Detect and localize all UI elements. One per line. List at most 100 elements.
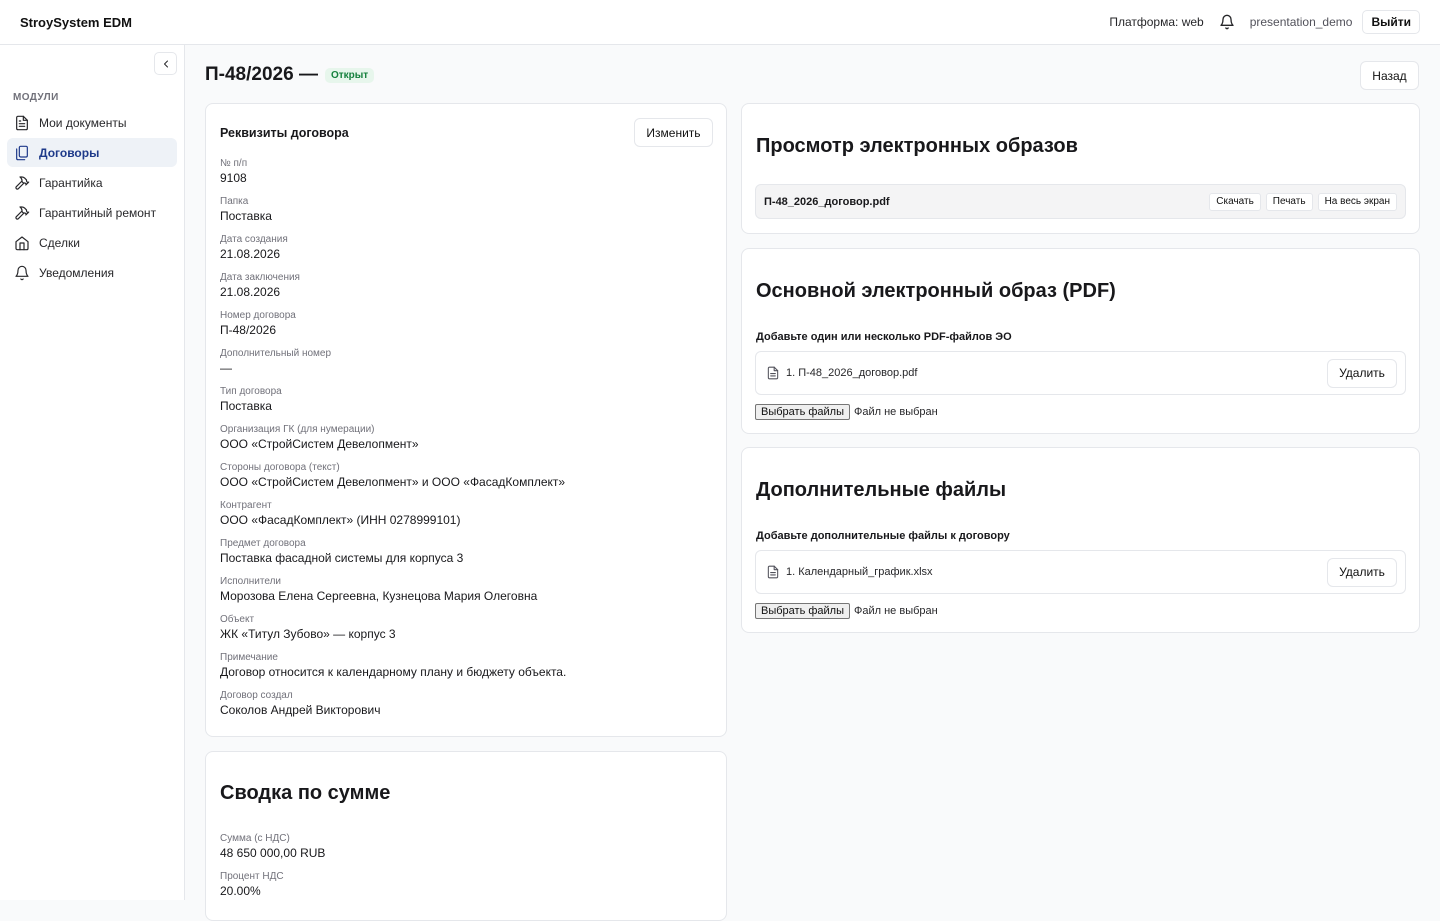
field-label: Процент НДС [220,871,284,882]
hammer-icon [14,205,30,221]
file-icon [767,565,779,579]
extra-file-name[interactable]: 1. Календарный_график.xlsx [786,566,933,578]
field-value: 9108 [220,171,247,185]
chevron-left-icon [163,60,168,67]
field: Дата заключения 21.08.2026 [220,271,715,300]
sidebar-item-label: Гарантийный ремонт [39,205,157,220]
extra-file-row: 1. Календарный_график.xlsx Удалить [755,550,1406,594]
field: Процент НДС 20.00% [220,870,715,899]
field-value: Поставка [220,399,272,413]
field-label: Тип договора [220,386,282,397]
logout-button[interactable]: Выйти [1362,10,1420,34]
document-icon [14,115,30,131]
field: Договор создал Соколов Андрей Викторович [220,689,715,718]
field-value: 21.08.2026 [220,247,281,261]
app-brand[interactable]: StroySystem EDM [20,15,132,30]
pdf-file-input[interactable]: Выбрать файлы Файл не выбран [755,404,938,420]
field: Папка Поставка [220,195,715,224]
image-viewer-card: Просмотр электронных образов П-48_2026_д… [741,103,1420,234]
username: presentation_demo [1249,15,1353,29]
page-title: П-48/2026 — Открыт [205,64,375,86]
main-pdf-title: Основной электронный образ (PDF) [756,280,1116,302]
field-label: Примечание [220,652,278,663]
field-label: Папка [220,196,249,207]
field: Дополнительный номер — [220,347,715,376]
field-value: Поставка [220,209,272,223]
amount-summary-card: Сводка по сумме Сумма (с НДС) 48 650 000,… [205,751,727,921]
extra-file-input[interactable]: Выбрать файлы Файл не выбран [755,603,938,619]
edit-button[interactable]: Изменить [634,118,713,147]
page-title-text: П-48/2026 — [205,64,318,85]
bell-icon [14,265,30,281]
header-actions: Платформа: web presentation_demo Выйти [1109,10,1420,34]
field: Сумма (с НДС) 48 650 000,00 RUB [220,832,715,861]
field-label: Договор создал [220,690,293,701]
sidebar-item-label: Уведомления [39,265,115,280]
sidebar-item-label: Гарантийка [39,175,103,190]
field-value: ЖК «Титул Зубово» — корпус 3 [220,627,396,641]
status-badge: Открыт [324,67,375,83]
choose-files-button[interactable]: Выбрать файлы [755,603,850,619]
field: Организация ГК (для нумерации) ООО «Строй… [220,423,715,452]
sidebar-item-label: Мои документы [39,115,127,130]
field-label: Объект [220,614,255,625]
hammer-icon [14,175,30,191]
sidebar-section-label: МОДУЛИ [13,92,59,103]
field-value: Морозова Елена Сергеевна, Кузнецова Мари… [220,589,538,603]
print-button[interactable]: Печать [1265,192,1313,211]
contract-details-card: Реквизиты договора Изменить № п/п 9108 Па… [205,103,727,737]
sidebar-item-notifications[interactable]: Уведомления [7,258,177,287]
field-label: Стороны договора (текст) [220,462,340,473]
field-value: ООО «СтройСистем Девелопмент» и ООО «Фас… [220,475,566,489]
field: Контрагент ООО «ФасадКомплект» (ИНН 02789… [220,499,715,528]
field: № п/п 9108 [220,157,715,186]
pdf-file-name[interactable]: 1. П-48_2026_договор.pdf [786,367,917,379]
viewer-actions: Скачать Печать На весь экран [1204,192,1397,211]
sidebar-item-contracts[interactable]: Договоры [7,138,177,167]
pdf-file-row: 1. П-48_2026_договор.pdf Удалить [755,351,1406,395]
field-label: Номер договора [220,310,296,321]
back-button[interactable]: Назад [1360,61,1419,90]
bell-icon[interactable] [1218,13,1236,31]
field: Исполнители Морозова Елена Сергеевна, Куз… [220,575,715,604]
download-button[interactable]: Скачать [1209,192,1261,211]
field: Предмет договора Поставка фасадной систем… [220,537,715,566]
sidebar-item-warranty-repair[interactable]: Гарантийный ремонт [7,198,177,227]
sidebar-item-label: Сделки [39,235,80,250]
field-value: Соколов Андрей Викторович [220,703,381,717]
image-viewer-title: Просмотр электронных образов [756,135,1078,157]
extra-files-card: Дополнительные файлы Добавьте дополнител… [741,447,1420,633]
sidebar-item-my-documents[interactable]: Мои документы [7,108,177,137]
field-value: ООО «ФасадКомплект» (ИНН 0278999101) [220,513,461,527]
field-label: Сумма (с НДС) [220,833,290,844]
field: Дата создания 21.08.2026 [220,233,715,262]
collapse-sidebar-button[interactable] [154,52,177,75]
field: Тип договора Поставка [220,385,715,414]
main-content: П-48/2026 — Открыт Назад Реквизиты догов… [185,45,1440,921]
delete-extra-file-button[interactable]: Удалить [1327,557,1397,587]
platform-label: Платформа: web [1109,15,1204,29]
choose-files-button[interactable]: Выбрать файлы [755,404,850,420]
field: Примечание Договор относится к календарно… [220,651,715,680]
top-bar: StroySystem EDM Платформа: web presentat… [0,0,1440,45]
field-value: П-48/2026 [220,323,276,337]
contract-details-title: Реквизиты договора [220,126,349,140]
field-value: 21.08.2026 [220,285,281,299]
field-label: Дата создания [220,234,288,245]
fullscreen-button[interactable]: На весь экран [1317,192,1397,211]
field: Объект ЖК «Титул Зубово» — корпус 3 [220,613,715,642]
sidebar-item-warranty[interactable]: Гарантийка [7,168,177,197]
file-icon [767,366,779,380]
sidebar-item-deals[interactable]: Сделки [7,228,177,257]
viewer-filename: П-48_2026_договор.pdf [764,195,890,208]
details-fields: № п/п 9108 Папка Поставка Дата создания 21.… [220,157,715,727]
field-label: Дата заключения [220,272,300,283]
sidebar: МОДУЛИ Мои документы Договоры Гарантийка… [0,45,185,900]
summary-fields: Сумма (с НДС) 48 650 000,00 RUB Процент Н… [220,832,715,908]
field: Номер договора П-48/2026 [220,309,715,338]
main-pdf-subtitle: Добавьте один или несколько PDF-файлов Э… [756,331,1012,343]
amount-summary-title: Сводка по сумме [220,782,391,804]
delete-pdf-button[interactable]: Удалить [1327,358,1397,388]
field-value: 20.00% [220,884,261,898]
extra-files-subtitle: Добавьте дополнительные файлы к договору [756,530,1010,542]
